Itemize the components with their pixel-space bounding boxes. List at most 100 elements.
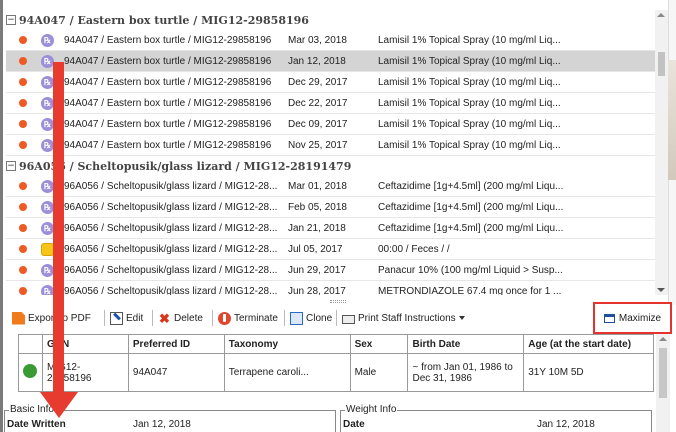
edit-label: Edit: [126, 312, 144, 324]
table-row[interactable]: ℞ 96A056 / Scheltopusik/glass lizard / MI…: [6, 281, 655, 295]
status-dot-icon: [19, 120, 27, 128]
status-dot-icon: [19, 182, 27, 190]
toolbar-divider: [336, 310, 337, 326]
date-cell: Jan 12, 2018: [288, 55, 346, 67]
table-row[interactable]: ℞ 96A056 / Scheltopusik/glass lizard / MI…: [6, 197, 655, 218]
table-row[interactable]: ℞ 94A047 / Eastern box turtle / MIG12-298…: [6, 72, 655, 93]
table-row[interactable]: ℞ 96A056 / Scheltopusik/glass lizard / MI…: [6, 218, 655, 239]
delete-label: Delete: [174, 312, 203, 324]
clone-label: Clone: [306, 312, 333, 324]
table-row[interactable]: ℞ 94A047 / Eastern box turtle / MIG12-298…: [6, 93, 655, 114]
splitter-handle[interactable]: [330, 300, 346, 303]
status-dot-icon: [19, 203, 27, 211]
status-dot-icon: [19, 141, 27, 149]
animal-cell: 94A047 / Eastern box turtle / MIG12-2985…: [64, 139, 272, 151]
age-cell: 31Y 10M 5D: [523, 353, 654, 392]
weight-info-fieldset: Weight Info Date Jan 12, 2018: [340, 404, 652, 432]
collapse-icon[interactable]: −: [6, 15, 16, 25]
description-cell: Ceftazidime [1g+4.5ml] (200 mg/ml Liqu..…: [378, 201, 564, 213]
group-label: 94A047 / Eastern box turtle / MIG12-2985…: [19, 13, 309, 27]
delete-button[interactable]: ✖ Delete: [158, 309, 203, 327]
description-cell: Lamisil 1% Topical Spray (10 mg/ml Liq..…: [378, 76, 561, 88]
table-row[interactable]: ℞ 94A047 / Eastern box turtle / MIG12-298…: [6, 30, 655, 51]
table-row[interactable]: ℞ 96A056 / Scheltopusik/glass lizard / MI…: [6, 260, 655, 281]
group-label: 96A056 / Scheltopusik/glass lizard / MIG…: [19, 159, 352, 173]
status-dot-icon: [19, 36, 27, 44]
toolbar-divider: [104, 310, 105, 326]
toolbar-divider: [284, 310, 285, 326]
toolbar-divider: [212, 310, 213, 326]
scrollbar-thumb[interactable]: [658, 52, 665, 76]
animal-cell: 96A056 / Scheltopusik/glass lizard / MIG…: [64, 285, 278, 296]
date-cell: Jun 28, 2017: [288, 285, 346, 296]
detail-scrollbar[interactable]: [656, 334, 670, 432]
group-header-1[interactable]: − 94A047 / Eastern box turtle / MIG12-29…: [6, 10, 655, 30]
date-cell: Nov 25, 2017: [288, 139, 348, 151]
window-edge: [0, 0, 3, 432]
annotation-arrow-head: [40, 392, 78, 418]
animal-cell: 96A056 / Scheltopusik/glass lizard / MIG…: [64, 243, 278, 255]
table-row[interactable]: ℞ 96A056 / Scheltopusik/glass lizard / MI…: [6, 176, 655, 197]
description-cell: 00:00 / Feces / /: [378, 243, 450, 255]
clone-button[interactable]: Clone: [290, 309, 332, 327]
animal-cell: 96A056 / Scheltopusik/glass lizard / MIG…: [64, 222, 278, 234]
terminate-icon: [218, 311, 231, 325]
clone-icon: [290, 311, 303, 325]
date-cell: Jul 05, 2017: [288, 243, 343, 255]
table-row[interactable]: ℞ 94A047 / Eastern box turtle / MIG12-298…: [6, 51, 655, 72]
records-grid: − 94A047 / Eastern box turtle / MIG12-29…: [6, 10, 655, 295]
status-dot-icon: [19, 287, 27, 295]
maximize-button[interactable]: Maximize: [593, 302, 672, 334]
export-pdf-button[interactable]: Export to PDF: [12, 309, 91, 327]
date-cell: Mar 01, 2018: [288, 180, 347, 192]
table-row[interactable]: 96A056 / Scheltopusik/glass lizard / MIG…: [6, 239, 655, 260]
description-cell: Lamisil 1% Topical Spray (10 mg/ml Liq..…: [378, 97, 561, 109]
scrollbar-thumb[interactable]: [659, 348, 667, 398]
animal-cell: 94A047 / Eastern box turtle / MIG12-2985…: [64, 97, 272, 109]
scroll-up-icon[interactable]: [659, 337, 667, 341]
maximize-label: Maximize: [618, 312, 662, 324]
status-dot-icon: [19, 57, 27, 65]
records-window: − 94A047 / Eastern box turtle / MIG12-29…: [0, 0, 676, 432]
print-staff-instructions-button[interactable]: Print Staff Instructions: [342, 309, 465, 327]
date-written-value: Jan 12, 2018: [133, 419, 191, 430]
taxonomy-header: Taxonomy: [223, 334, 351, 354]
collapse-icon[interactable]: −: [6, 161, 16, 171]
birth-date-cell: ~ from Jan 01, 1986 to Dec 31, 1986: [407, 353, 525, 392]
status-dot-icon: [19, 266, 27, 274]
table-row[interactable]: ℞ 94A047 / Eastern box turtle / MIG12-298…: [6, 135, 655, 156]
grid-scrollbar[interactable]: [655, 10, 668, 295]
chevron-down-icon: [458, 316, 465, 320]
export-icon: [12, 311, 25, 325]
date-cell: Jan 21, 2018: [288, 222, 346, 234]
scroll-up-icon[interactable]: [657, 13, 665, 17]
animal-cell: 96A056 / Scheltopusik/glass lizard / MIG…: [64, 180, 278, 192]
table-row[interactable]: MIG12-29858196 94A047 Terrapene caroli..…: [18, 353, 654, 392]
weight-info-legend: Weight Info: [345, 404, 398, 415]
terminate-button[interactable]: Terminate: [218, 309, 278, 327]
status-dot-icon: [19, 99, 27, 107]
animal-cell: 94A047 / Eastern box turtle / MIG12-2985…: [64, 76, 272, 88]
weight-date-value: Jan 12, 2018: [537, 419, 595, 430]
edit-icon: [110, 311, 123, 325]
print-label: Print Staff Instructions: [358, 312, 456, 324]
annotation-arrow-shaft: [53, 62, 64, 396]
description-cell: Lamisil 1% Topical Spray (10 mg/ml Liq..…: [378, 55, 561, 67]
description-cell: Ceftazidime [1g+4.5ml] (200 mg/ml Liqu..…: [378, 180, 564, 192]
date-written-label: Date Written: [7, 419, 66, 430]
animal-cell: 96A056 / Scheltopusik/glass lizard / MIG…: [64, 201, 278, 213]
scroll-down-icon[interactable]: [657, 288, 665, 292]
animal-icon[interactable]: [23, 364, 37, 378]
description-cell: METRONDIAZOLE 67.4 mg once for 1 ...: [378, 285, 562, 296]
background-image-strip: [668, 60, 676, 180]
description-cell: Lamisil 1% Topical Spray (10 mg/ml Liq..…: [378, 34, 561, 46]
birth-date-header: Birth Date: [407, 334, 525, 354]
animal-cell: 94A047 / Eastern box turtle / MIG12-2985…: [64, 34, 272, 46]
description-cell: Lamisil 1% Topical Spray (10 mg/ml Liq..…: [378, 118, 561, 130]
status-dot-icon: [19, 224, 27, 232]
edit-button[interactable]: Edit: [110, 309, 143, 327]
table-row[interactable]: ℞ 94A047 / Eastern box turtle / MIG12-298…: [6, 114, 655, 135]
delete-icon: ✖: [159, 310, 170, 326]
group-header-2[interactable]: − 96A056 / Scheltopusik/glass lizard / M…: [6, 156, 655, 176]
table-header-row: GAN Preferred ID Taxonomy Sex Birth Date…: [18, 334, 654, 354]
